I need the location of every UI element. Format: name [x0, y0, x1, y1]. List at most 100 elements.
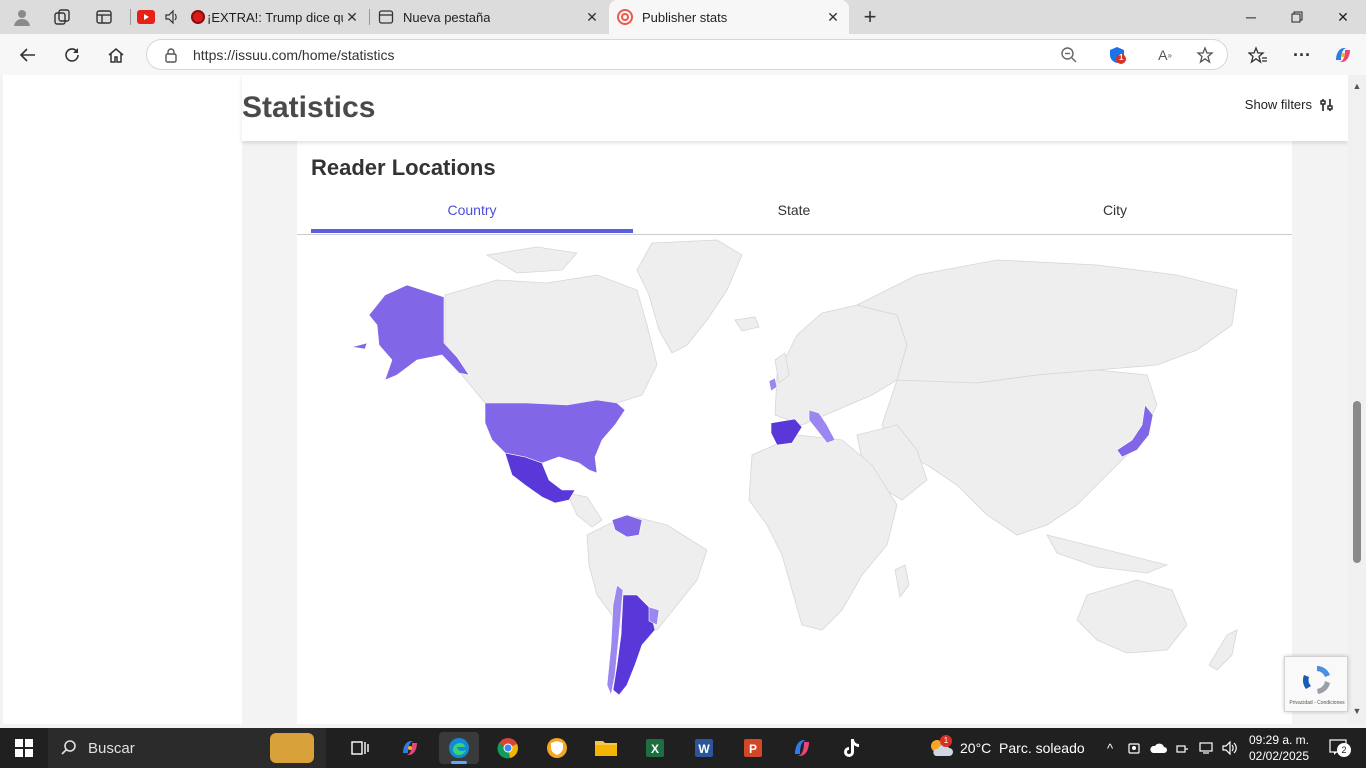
close-tab-icon[interactable]: ✕ [584, 9, 600, 25]
profile-icon[interactable] [9, 5, 35, 29]
tiktok-taskbar-icon[interactable] [831, 732, 871, 764]
windows-taskbar: Buscar X W P 1 20°C Parc. soleado ^ 09:2… [0, 728, 1366, 768]
notifications-icon[interactable]: 2 [1325, 737, 1351, 757]
map-region-europe [774, 304, 908, 426]
new-tab-icon[interactable]: + [857, 4, 883, 29]
weather-text: 20°C Parc. soleado [960, 740, 1085, 756]
map-region-australia [1076, 579, 1188, 654]
map-region-madagascar [894, 564, 910, 598]
tab-publisher-stats[interactable]: Publisher stats ✕ [609, 0, 849, 34]
address-bar[interactable]: https://issuu.com/home/statistics 1 A» [146, 39, 1228, 70]
map-region-southeast-asia [1046, 534, 1169, 574]
copilot-icon[interactable] [1328, 41, 1358, 69]
taskbar-clock[interactable]: 09:29 a. m. 02/02/2025 [1244, 732, 1314, 764]
favorites-icon[interactable] [1243, 41, 1273, 69]
map-region-arctic-islands [485, 246, 578, 274]
tab-title: Publisher stats [642, 10, 728, 25]
page-title: Statistics [242, 91, 376, 124]
word-taskbar-icon[interactable]: W [684, 732, 724, 764]
map-region-central-america [566, 492, 603, 528]
map-region-aleutians [351, 342, 368, 350]
network-icon[interactable] [1196, 738, 1216, 758]
tab-separator [130, 9, 131, 25]
vpn-shield-taskbar-icon[interactable] [537, 732, 577, 764]
tab-country[interactable]: Country [311, 201, 633, 235]
map-region-new-zealand [1208, 629, 1238, 671]
tab-nueva-pestana[interactable]: Nueva pestaña ✕ [370, 0, 608, 34]
tab-city[interactable]: City [954, 201, 1276, 235]
edge-taskbar-icon[interactable] [439, 732, 479, 764]
reader-locations-card: Reader Locations Country State City [297, 141, 1292, 724]
meet-now-icon[interactable] [1124, 738, 1144, 758]
weather-widget[interactable]: 1 20°C Parc. soleado [928, 728, 1085, 768]
more-options-icon[interactable]: ··· [1287, 41, 1317, 69]
scroll-down-arrow-icon[interactable]: ▼ [1352, 706, 1362, 716]
show-hidden-icons-chevron-icon[interactable]: ^ [1100, 738, 1120, 758]
new-tab-page-icon [378, 9, 394, 28]
workspaces-icon[interactable] [49, 5, 75, 29]
world-map [351, 239, 1238, 697]
page-scrollbar[interactable]: ▲ ▼ [1348, 75, 1366, 724]
search-placeholder: Buscar [88, 740, 135, 757]
powerpoint-taskbar-icon[interactable]: P [733, 732, 773, 764]
volume-icon[interactable] [1220, 738, 1240, 758]
svg-text:X: X [651, 742, 659, 756]
issuu-logo-icon [617, 9, 633, 28]
tab-title: Nueva pestaña [403, 10, 491, 25]
statistics-header: Statistics Show filters [242, 75, 1348, 141]
show-filters-button[interactable]: Show filters [1245, 97, 1334, 112]
chrome-taskbar-icon[interactable] [488, 732, 528, 764]
svg-text:P: P [749, 742, 757, 756]
scrollbar-thumb[interactable] [1353, 401, 1361, 563]
notification-count-badge: 2 [1337, 743, 1351, 757]
weather-badge: 1 [940, 735, 952, 747]
tab-title: ¡EXTRA!: Trump dice que el [207, 10, 343, 25]
task-view-icon[interactable] [340, 732, 380, 764]
search-icon [61, 740, 76, 755]
copilot-taskbar-icon[interactable] [390, 732, 430, 764]
map-region-ireland [768, 377, 778, 392]
map-region-greenland [636, 239, 743, 354]
windows-start-icon[interactable] [0, 728, 48, 768]
live-red-dot-icon [191, 10, 205, 24]
close-tab-icon[interactable]: ✕ [344, 9, 360, 25]
search-highlight-image [270, 733, 314, 763]
recaptcha-label: Privacidad - Condiciones [1289, 700, 1345, 706]
site-info-lock-icon[interactable] [159, 44, 183, 66]
power-plug-icon[interactable] [1172, 738, 1192, 758]
tab-extra-trump[interactable]: ¡EXTRA!: Trump dice que el ✕ [134, 0, 368, 34]
onedrive-cloud-icon[interactable] [1148, 738, 1168, 758]
close-tab-icon[interactable]: ✕ [825, 9, 841, 25]
browser-toolbar: https://issuu.com/home/statistics 1 A» ·… [0, 34, 1366, 75]
home-icon[interactable] [101, 41, 131, 69]
browser-essentials-icon[interactable]: 1 [1105, 44, 1129, 66]
svg-text:W: W [698, 742, 710, 756]
m365-taskbar-icon[interactable] [782, 732, 822, 764]
minimize-icon[interactable]: ─ [1228, 0, 1274, 34]
map-region-iceland [734, 316, 760, 332]
recaptcha-logo-icon [1302, 666, 1330, 694]
read-aloud-icon[interactable]: A» [1153, 44, 1177, 66]
url-text[interactable]: https://issuu.com/home/statistics [193, 47, 395, 63]
map-region-asia [881, 369, 1158, 536]
excel-taskbar-icon[interactable]: X [635, 732, 675, 764]
scroll-up-arrow-icon[interactable]: ▲ [1352, 81, 1362, 91]
taskbar-search-box[interactable]: Buscar [48, 728, 326, 768]
favorite-star-icon[interactable] [1193, 44, 1217, 66]
restore-icon[interactable] [1274, 0, 1320, 34]
zoom-out-icon[interactable] [1057, 44, 1081, 66]
speaker-icon[interactable] [164, 9, 180, 28]
close-window-icon[interactable]: ✕ [1320, 0, 1366, 34]
back-arrow-icon[interactable] [13, 41, 43, 69]
tab-actions-icon[interactable] [91, 5, 117, 29]
extension-badge: 1 [1119, 53, 1124, 62]
clock-date: 02/02/2025 [1248, 749, 1310, 763]
file-explorer-taskbar-icon[interactable] [586, 732, 626, 764]
page-viewport: Statistics Show filters Reader Locations… [0, 75, 1348, 724]
section-title: Reader Locations [311, 155, 496, 180]
refresh-icon[interactable] [57, 41, 87, 69]
recaptcha-badge[interactable]: Privacidad - Condiciones [1284, 656, 1348, 712]
show-filters-label: Show filters [1244, 97, 1312, 112]
tab-state[interactable]: State [633, 201, 955, 235]
map-region-russia [855, 259, 1238, 386]
